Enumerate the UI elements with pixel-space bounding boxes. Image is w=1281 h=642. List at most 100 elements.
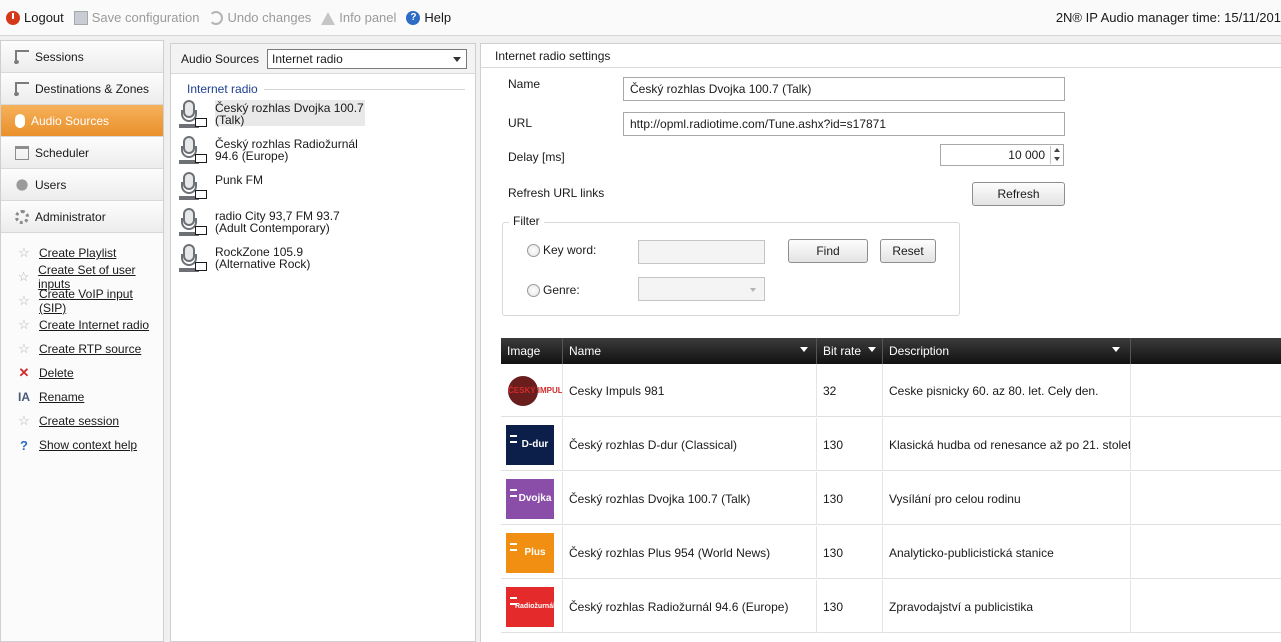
keyword-input[interactable] — [638, 240, 765, 264]
delay-stepper[interactable]: 10 000 — [940, 144, 1064, 166]
nav-label: Administrator — [35, 209, 106, 224]
reset-button[interactable]: Reset — [880, 239, 936, 263]
info-panel-button[interactable]: Info panel — [321, 10, 396, 25]
column-image[interactable]: Image — [501, 338, 563, 364]
help-button[interactable]: ? Help — [406, 10, 451, 25]
nav-label: Sessions — [35, 49, 84, 64]
refresh-button[interactable]: Refresh — [972, 182, 1065, 206]
nav-administrator[interactable]: Administrator — [1, 201, 163, 233]
table-row[interactable]: ČESKÝ IMPULS Cesky Impuls 981 32 Ceske p… — [501, 364, 1281, 417]
logout-button[interactable]: Logout — [6, 10, 64, 25]
column-description[interactable]: Description — [883, 338, 1131, 364]
url-label: URL — [508, 116, 533, 130]
spin-arrows-icon[interactable] — [1050, 146, 1062, 164]
column-description-label: Description — [889, 344, 950, 358]
star-icon: ☆ — [18, 245, 30, 260]
help-icon: ? — [406, 10, 421, 25]
filter-icon[interactable] — [868, 347, 876, 352]
divider — [263, 88, 465, 90]
radio-microphone-icon — [179, 100, 209, 130]
settings-panel: Internet radio settings Name Český rozhl… — [480, 43, 1281, 642]
cell-name: Cesky Impuls 981 — [563, 364, 817, 417]
radio-list-item[interactable]: radio City 93,7 FM 93.7 (Adult Contempor… — [171, 204, 475, 240]
action-link[interactable]: Create VoIP input (SIP) — [39, 287, 163, 315]
action-link[interactable]: Create Playlist — [39, 246, 116, 260]
radio-name: radio City 93,7 FM 93.7 (Adult Contempor… — [215, 209, 340, 235]
nav-audio-sources[interactable]: Audio Sources — [1, 105, 163, 137]
keyword-radio[interactable] — [527, 244, 540, 257]
undo-changes-label: Undo changes — [227, 10, 312, 25]
table-row[interactable]: Radiožurnál Český rozhlas Radiožurnál 94… — [501, 580, 1281, 633]
users-icon — [16, 178, 28, 191]
delay-value: 10 000 — [1008, 148, 1045, 162]
power-icon — [6, 10, 20, 25]
chevron-down-icon — [750, 288, 756, 292]
action-rename[interactable]: IA Rename — [1, 385, 163, 409]
action-link[interactable]: Rename — [39, 390, 84, 404]
radio-list-item[interactable]: Český rozhlas Dvojka 100.7 (Talk) — [171, 96, 475, 132]
group-label: Internet radio — [187, 82, 258, 96]
cell-image: ČESKÝ IMPULS — [501, 364, 563, 417]
cell-bitrate: 32 — [817, 364, 883, 417]
nav-scheduler[interactable]: Scheduler — [1, 137, 163, 169]
nav-users[interactable]: Users — [1, 169, 163, 201]
table-row[interactable]: D-dur Český rozhlas D-dur (Classical) 13… — [501, 418, 1281, 471]
sources-label: Audio Sources — [181, 51, 260, 66]
action-list: ☆ Create Playlist ☆ Create Set of user i… — [1, 233, 163, 457]
action-link[interactable]: Show context help — [39, 438, 137, 452]
action-create-rtp-source[interactable]: ☆ Create RTP source — [1, 337, 163, 361]
undo-changes-button[interactable]: Undo changes — [209, 10, 311, 25]
refresh-label: Refresh URL links — [508, 186, 605, 200]
genre-select[interactable] — [638, 277, 765, 301]
nav-sessions[interactable]: Sessions — [1, 41, 163, 73]
radio-microphone-icon — [179, 208, 209, 238]
action-create-internet-radio[interactable]: ☆ Create Internet radio — [1, 313, 163, 337]
nav-destinations-zones[interactable]: Destinations & Zones — [1, 73, 163, 105]
action-link[interactable]: Create session — [39, 414, 119, 428]
cell-image: Dvojka — [501, 472, 563, 525]
nav-label: Users — [35, 177, 67, 192]
radio-list-item[interactable]: Český rozhlas Radiožurnál 94.6 (Europe) — [171, 132, 475, 168]
star-icon: ☆ — [18, 413, 30, 428]
column-name-label: Name — [569, 344, 602, 358]
action-create-user-inputs[interactable]: ☆ Create Set of user inputs — [1, 263, 163, 291]
action-link[interactable]: Create RTP source — [39, 342, 141, 356]
filter-icon[interactable] — [800, 347, 808, 352]
calendar-icon — [15, 145, 29, 160]
filter-icon[interactable] — [1112, 347, 1120, 352]
cell-description: Ceske pisnicky 60. az 80. let. Cely den. — [883, 364, 1131, 417]
dvojka-logo: Dvojka — [506, 478, 554, 519]
star-icon: ☆ — [18, 341, 30, 356]
cell-name: Český rozhlas Plus 954 (World News) — [563, 526, 817, 579]
action-create-voip-input[interactable]: ☆ Create VoIP input (SIP) — [1, 287, 163, 315]
filter-group — [502, 222, 960, 316]
warning-icon — [321, 11, 336, 25]
radio-microphone-icon — [179, 172, 209, 202]
action-create-session[interactable]: ☆ Create session — [1, 409, 163, 433]
action-link[interactable]: Delete — [39, 366, 74, 380]
source-type-select[interactable]: Internet radio — [267, 48, 468, 69]
name-field[interactable]: Český rozhlas Dvojka 100.7 (Talk) — [623, 77, 1065, 101]
cell-description: Zpravodajství a publicistika — [883, 580, 1131, 633]
action-delete[interactable]: ✕ Delete — [1, 361, 163, 385]
action-show-context-help[interactable]: ? Show context help — [1, 433, 163, 457]
rename-icon: IA — [18, 390, 30, 404]
logout-label: Logout — [24, 10, 64, 25]
action-create-playlist[interactable]: ☆ Create Playlist — [1, 241, 163, 265]
table-row[interactable]: Plus Český rozhlas Plus 954 (World News)… — [501, 526, 1281, 579]
column-bitrate[interactable]: Bit rate — [817, 338, 883, 364]
url-field[interactable]: http://opml.radiotime.com/Tune.ashx?id=s… — [623, 112, 1065, 136]
star-icon: ☆ — [18, 317, 30, 332]
genre-radio[interactable] — [527, 284, 540, 297]
info-panel-label: Info panel — [339, 10, 397, 25]
radio-list-item[interactable]: RockZone 105.9 (Alternative Rock) — [171, 240, 475, 276]
find-button[interactable]: Find — [788, 239, 868, 263]
save-configuration-button[interactable]: Save configuration — [73, 10, 199, 25]
help-label: Help — [424, 10, 452, 25]
table-row[interactable]: Dvojka Český rozhlas Dvojka 100.7 (Talk)… — [501, 472, 1281, 525]
action-link[interactable]: Create Internet radio — [39, 318, 149, 332]
radio-list-item[interactable]: Punk FM — [171, 168, 475, 204]
settings-title: Internet radio settings — [481, 44, 1281, 68]
nav-label: Scheduler — [35, 145, 90, 160]
column-name[interactable]: Name — [563, 338, 817, 364]
